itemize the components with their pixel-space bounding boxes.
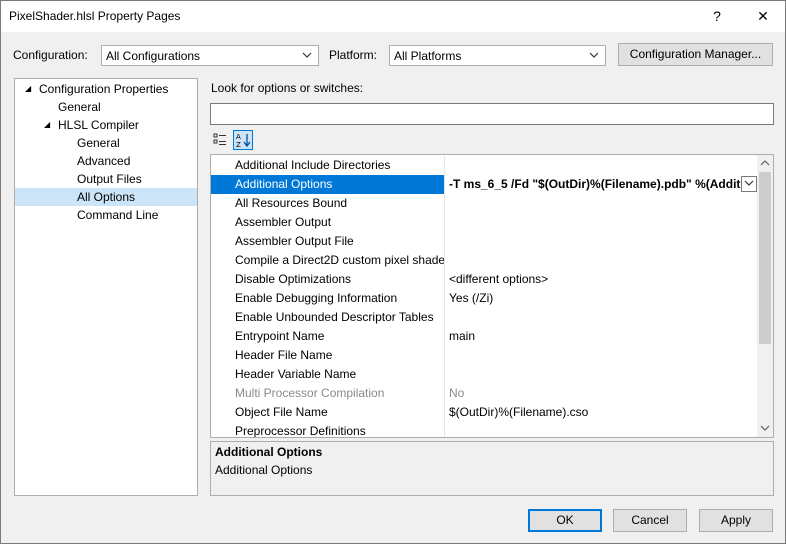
property-value: $(OutDir)%(Filename).cso — [449, 405, 589, 419]
svg-text:Z: Z — [236, 141, 241, 149]
property-pages-window: PixelShader.hlsl Property Pages ? ✕ Conf… — [0, 0, 786, 544]
configuration-value: All Configurations — [106, 49, 201, 63]
property-value[interactable]: -T ms_6_5 /Fd "$(OutDir)%(Filename).pdb"… — [445, 175, 757, 194]
property-name: Additional Include Directories — [211, 156, 445, 175]
property-value — [445, 308, 757, 327]
property-name: All Resources Bound — [211, 194, 445, 213]
property-name: Disable Optimizations — [211, 270, 445, 289]
close-icon[interactable]: ✕ — [740, 1, 786, 32]
tree-item-label: Advanced — [77, 154, 131, 168]
platform-label: Platform: — [329, 48, 378, 62]
cancel-button[interactable]: Cancel — [613, 509, 687, 532]
description-text: Additional Options — [215, 463, 313, 477]
expander-icon[interactable]: ◢ — [44, 116, 50, 134]
tree-item-label: All Options — [77, 190, 136, 204]
property-name: Header File Name — [211, 346, 445, 365]
tree-item-label: General — [77, 136, 120, 150]
configuration-label: Configuration: — [13, 48, 88, 62]
platform-select[interactable]: All Platforms — [389, 45, 606, 66]
property-row[interactable]: Header File Name — [211, 346, 757, 365]
category-tree: ◢ Configuration Properties General ◢ HLSL Co… — [14, 78, 198, 496]
property-row[interactable]: Header Variable Name — [211, 365, 757, 384]
tree-item[interactable]: General — [15, 134, 197, 152]
tree-item-label: General — [58, 100, 101, 114]
property-name: Assembler Output — [211, 213, 445, 232]
categorized-view-button[interactable] — [210, 130, 230, 150]
tree-item-label: Output Files — [77, 172, 142, 186]
property-row[interactable]: Additional Include Directories — [211, 156, 757, 175]
property-value — [445, 422, 757, 437]
search-input[interactable] — [210, 103, 774, 125]
tree-item[interactable]: ◢ Configuration Properties — [15, 80, 197, 98]
tree-item[interactable]: General — [15, 98, 197, 116]
property-row[interactable]: Preprocessor Definitions — [211, 422, 757, 437]
property-row[interactable]: Assembler Output — [211, 213, 757, 232]
platform-value: All Platforms — [394, 49, 462, 63]
property-row[interactable]: Enable Unbounded Descriptor Tables — [211, 308, 757, 327]
property-value: Yes (/Zi) — [449, 291, 494, 305]
alphabetical-view-button[interactable]: A Z — [233, 130, 253, 150]
tree-item-label: Configuration Properties — [39, 82, 169, 96]
property-row[interactable]: Multi Processor Compilation No — [211, 384, 757, 403]
property-value: No — [449, 386, 465, 400]
chevron-down-icon — [589, 48, 599, 65]
property-value — [445, 156, 757, 175]
title-bar[interactable]: PixelShader.hlsl Property Pages ? ✕ — [1, 1, 785, 32]
property-value — [445, 213, 757, 232]
tree-item[interactable]: Output Files — [15, 170, 197, 188]
property-value — [445, 346, 757, 365]
property-value: main — [449, 329, 476, 343]
scrollbar-thumb[interactable] — [759, 172, 771, 344]
tree-item-label: HLSL Compiler — [58, 118, 139, 132]
tree-item-label: Command Line — [77, 208, 159, 222]
property-row[interactable]: Assembler Output File — [211, 232, 757, 251]
svg-text:A: A — [236, 133, 241, 141]
scroll-up-icon[interactable] — [757, 155, 773, 171]
property-row[interactable]: Entrypoint Name main — [211, 327, 757, 346]
configuration-select[interactable]: All Configurations — [101, 45, 319, 66]
help-icon[interactable]: ? — [694, 1, 740, 32]
property-value — [445, 251, 757, 270]
property-row[interactable]: All Resources Bound — [211, 194, 757, 213]
categorized-icon — [213, 133, 226, 145]
property-value — [445, 194, 757, 213]
sort-az-icon: A Z — [236, 133, 251, 149]
property-grid: Additional Include Directories Additional… — [210, 154, 774, 438]
property-name: Header Variable Name — [211, 365, 445, 384]
vertical-scrollbar[interactable] — [757, 155, 773, 437]
property-name: Additional Options — [211, 175, 445, 194]
property-name: Object File Name — [211, 403, 445, 422]
tree-item[interactable]: Advanced — [15, 152, 197, 170]
property-row[interactable]: Disable Optimizations <different options> — [211, 270, 757, 289]
property-row[interactable]: Object File Name $(OutDir)%(Filename).cso — [211, 403, 757, 422]
scroll-down-icon[interactable] — [757, 420, 773, 436]
window-title: PixelShader.hlsl Property Pages — [9, 9, 181, 23]
property-row[interactable]: Enable Debugging Information Yes (/Zi) — [211, 289, 757, 308]
apply-button[interactable]: Apply — [699, 509, 773, 532]
property-name: Enable Unbounded Descriptor Tables — [211, 308, 445, 327]
chevron-down-icon — [302, 48, 312, 65]
property-name: Compile a Direct2D custom pixel shader — [211, 251, 445, 270]
property-name: Entrypoint Name — [211, 327, 445, 346]
property-row[interactable]: Additional Options -T ms_6_5 /Fd "$(OutDi… — [211, 175, 757, 194]
property-value — [445, 232, 757, 251]
tree-item[interactable]: All Options — [15, 188, 197, 206]
tree-item[interactable]: ◢ HLSL Compiler — [15, 116, 197, 134]
property-value: <different options> — [449, 272, 549, 286]
ok-button[interactable]: OK — [528, 509, 602, 532]
property-name: Enable Debugging Information — [211, 289, 445, 308]
description-title: Additional Options — [215, 445, 323, 459]
expander-icon[interactable]: ◢ — [25, 80, 31, 98]
property-row[interactable]: Compile a Direct2D custom pixel shader — [211, 251, 757, 270]
property-name: Preprocessor Definitions — [211, 422, 445, 437]
property-value — [445, 365, 757, 384]
configuration-manager-button[interactable]: Configuration Manager... — [618, 43, 773, 66]
dropdown-icon[interactable] — [741, 176, 757, 192]
property-name: Multi Processor Compilation — [211, 384, 445, 403]
search-label: Look for options or switches: — [211, 81, 364, 95]
tree-item[interactable]: Command Line — [15, 206, 197, 224]
property-name: Assembler Output File — [211, 232, 445, 251]
description-panel: Additional Options Additional Options — [210, 441, 774, 496]
